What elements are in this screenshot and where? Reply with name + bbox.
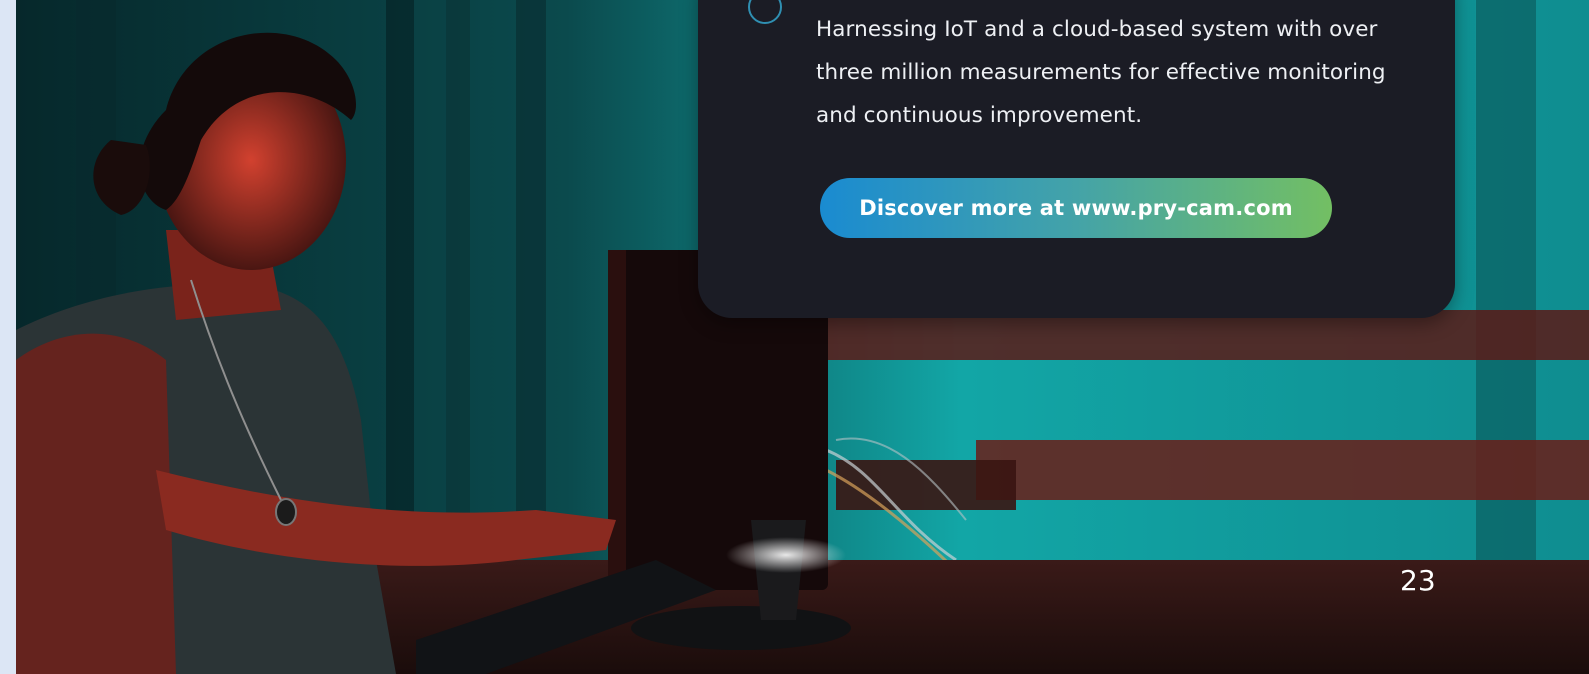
card-description: Harnessing IoT and a cloud-based system … bbox=[816, 17, 1386, 128]
bullet-circle-icon bbox=[748, 0, 782, 24]
brochure-page: Harnessing IoT and a cloud-based system … bbox=[0, 0, 1589, 674]
info-card: Harnessing IoT and a cloud-based system … bbox=[698, 0, 1455, 318]
page-number: 23 bbox=[1400, 564, 1436, 597]
discover-more-label: Discover more at www.pry-cam.com bbox=[859, 196, 1293, 220]
page-margin-strip bbox=[0, 0, 16, 674]
discover-more-button[interactable]: Discover more at www.pry-cam.com bbox=[820, 178, 1332, 238]
